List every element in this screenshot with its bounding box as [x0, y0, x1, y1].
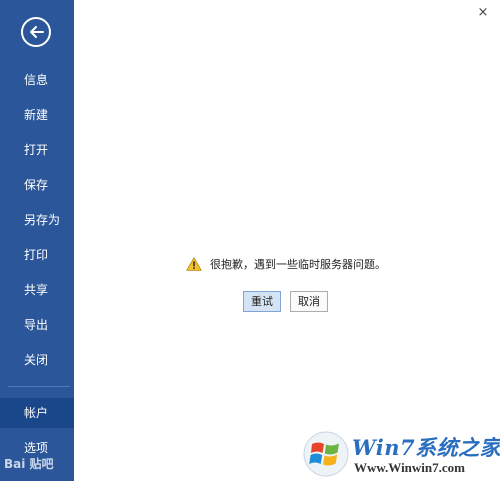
backstage-window: 信息 新建 打开 保存 另存为 打印 共享 导出 关闭 帐户 选项 Bai 贴吧…	[0, 0, 500, 481]
cancel-button[interactable]: 取消	[290, 291, 328, 312]
sidebar-item-print[interactable]: 打印	[0, 240, 74, 270]
sidebar-item-share[interactable]: 共享	[0, 275, 74, 305]
sidebar-item-open[interactable]: 打开	[0, 135, 74, 165]
site-name: Win7系统之家	[352, 435, 500, 460]
site-watermark: Win7系统之家 Www.Winwin7.com	[300, 428, 500, 481]
sidebar-item-save[interactable]: 保存	[0, 170, 74, 200]
windows-logo-icon	[303, 431, 349, 477]
sidebar-item-export[interactable]: 导出	[0, 310, 74, 340]
close-icon: ×	[477, 5, 489, 20]
site-url: Www.Winwin7.com	[354, 460, 465, 475]
sidebar-item-new[interactable]: 新建	[0, 100, 74, 130]
error-message-text: 很抱歉，遇到一些临时服务器问题。	[210, 258, 386, 271]
sidebar-divider	[8, 386, 70, 387]
sidebar-item-account[interactable]: 帐户	[0, 398, 74, 428]
error-message: 很抱歉，遇到一些临时服务器问题。	[186, 255, 386, 273]
sidebar-item-info[interactable]: 信息	[0, 65, 74, 95]
sidebar-item-save-as[interactable]: 另存为	[0, 205, 74, 235]
back-arrow-icon	[30, 26, 44, 38]
baidu-watermark: Bai 贴吧	[4, 457, 54, 471]
retry-button[interactable]: 重试	[243, 291, 281, 312]
backstage-sidebar: 信息 新建 打开 保存 另存为 打印 共享 导出 关闭 帐户 选项 Bai 贴吧	[0, 0, 74, 481]
sidebar-item-close[interactable]: 关闭	[0, 345, 74, 375]
warning-icon	[186, 257, 202, 271]
back-button[interactable]	[21, 17, 51, 47]
close-button[interactable]: ×	[476, 6, 490, 20]
